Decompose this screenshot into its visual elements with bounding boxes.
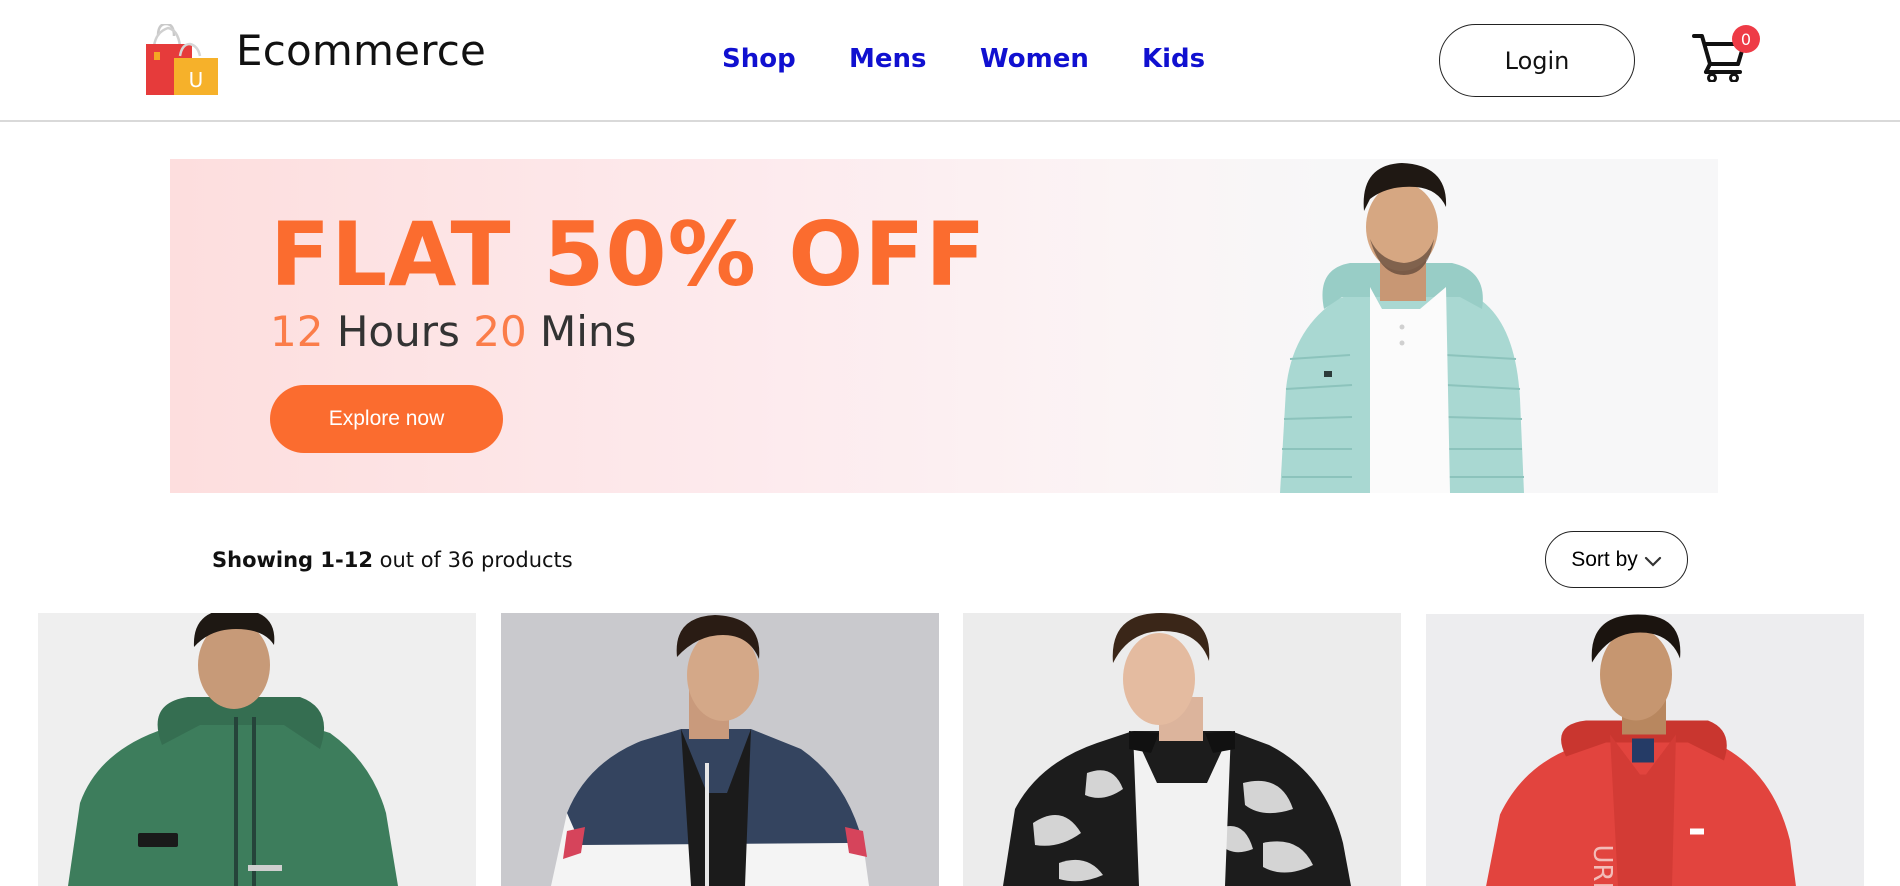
product-image	[68, 613, 398, 886]
countdown-hours: 12	[270, 307, 324, 356]
promo-countdown: 12 Hours 20 Mins	[270, 307, 636, 356]
product-card-print-bomber[interactable]	[963, 613, 1401, 886]
nav-women[interactable]: Women	[980, 44, 1089, 74]
nav-mens[interactable]: Mens	[849, 44, 927, 74]
banner-model-image	[1280, 163, 1524, 493]
result-range: Showing 1-12	[212, 548, 373, 572]
promo-headline: FLAT 50% OFF	[270, 203, 987, 306]
countdown-mins: 20	[473, 307, 527, 356]
svg-text:URB: URB	[1587, 845, 1617, 886]
countdown-hours-label: Hours	[336, 307, 460, 356]
brand-name[interactable]: Ecommerce	[236, 26, 486, 75]
product-image: URB	[1486, 614, 1796, 886]
result-total: out of 36 products	[372, 548, 573, 572]
logo-letter: U	[189, 68, 204, 92]
shopping-bag-logo-icon[interactable]: U	[144, 24, 220, 96]
login-button[interactable]: Login	[1439, 24, 1635, 97]
nav-kids[interactable]: Kids	[1142, 44, 1205, 74]
sort-label: Sort by	[1571, 547, 1638, 571]
explore-now-button[interactable]: Explore now	[270, 385, 503, 453]
chevron-down-icon	[1644, 556, 1661, 567]
nav-shop[interactable]: Shop	[722, 44, 796, 74]
product-card-colorblock-jacket[interactable]	[501, 613, 939, 886]
product-image	[551, 615, 869, 886]
sort-dropdown[interactable]: Sort by	[1545, 531, 1688, 588]
product-card-green-hooded-jacket[interactable]	[38, 613, 476, 886]
cart-count-badge: 0	[1732, 25, 1760, 53]
promo-banner: FLAT 50% OFF 12 Hours 20 Mins Explore no…	[170, 159, 1718, 493]
countdown-mins-label: Mins	[540, 307, 637, 356]
product-card-red-hooded-jacket[interactable]: URB	[1426, 614, 1864, 886]
result-count: Showing 1-12 out of 36 products	[212, 548, 573, 572]
product-image	[1003, 613, 1351, 886]
site-header: U Ecommerce Shop Mens Women Kids Login 0	[0, 0, 1900, 122]
